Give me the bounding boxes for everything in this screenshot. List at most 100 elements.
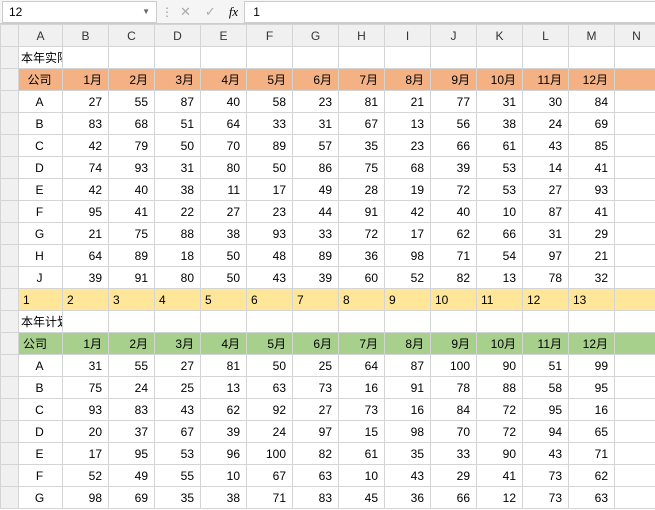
cell[interactable]: 9月	[431, 333, 477, 355]
cell[interactable]: 3月	[155, 333, 201, 355]
cancel-icon[interactable]: ✕	[173, 4, 198, 20]
cell[interactable]: 71	[247, 487, 293, 509]
cell[interactable]: 79	[109, 135, 155, 157]
cell[interactable]: 49	[293, 179, 339, 201]
cell[interactable]: 12月	[569, 69, 615, 91]
cell[interactable]: 31	[155, 157, 201, 179]
cell[interactable]: 43	[247, 267, 293, 289]
cell[interactable]: 33	[247, 113, 293, 135]
cell[interactable]: 56	[431, 113, 477, 135]
cell[interactable]: 67	[339, 113, 385, 135]
cell[interactable]: 73	[339, 399, 385, 421]
cell[interactable]: 42	[63, 135, 109, 157]
cell[interactable]: 公司	[19, 333, 63, 355]
cell[interactable]: 7月	[339, 333, 385, 355]
cell[interactable]: 6月	[293, 333, 339, 355]
cell[interactable]: 1月	[63, 69, 109, 91]
row-header[interactable]	[1, 443, 19, 465]
cell[interactable]: A	[19, 91, 63, 113]
cell[interactable]: 10	[201, 465, 247, 487]
cell[interactable]	[201, 311, 247, 333]
cell[interactable]	[615, 179, 655, 201]
cell[interactable]: 64	[339, 355, 385, 377]
cell[interactable]	[339, 311, 385, 333]
cell[interactable]: 45	[339, 487, 385, 509]
cell[interactable]: 83	[109, 399, 155, 421]
cell[interactable]: 11	[201, 179, 247, 201]
cell[interactable]	[431, 311, 477, 333]
cell[interactable]	[615, 399, 655, 421]
cell[interactable]	[615, 245, 655, 267]
cell[interactable]: 14	[523, 157, 569, 179]
cell[interactable]: 87	[385, 355, 431, 377]
cell[interactable]: 12月	[569, 333, 615, 355]
cell[interactable]: 91	[385, 377, 431, 399]
col-header-D[interactable]: D	[155, 25, 201, 47]
cell[interactable]: 31	[63, 355, 109, 377]
cell[interactable]: 93	[63, 399, 109, 421]
cell[interactable]: 58	[247, 91, 293, 113]
cell[interactable]: 42	[63, 179, 109, 201]
cell[interactable]: 84	[431, 399, 477, 421]
cell[interactable]: 23	[385, 135, 431, 157]
cell[interactable]: 39	[201, 421, 247, 443]
cell[interactable]: 32	[569, 267, 615, 289]
cell[interactable]	[523, 311, 569, 333]
cell[interactable]: 95	[569, 377, 615, 399]
cell[interactable]: 21	[569, 245, 615, 267]
cell[interactable]: 39	[293, 267, 339, 289]
row-header[interactable]	[1, 245, 19, 267]
cell[interactable]: 93	[109, 157, 155, 179]
cell[interactable]	[385, 47, 431, 69]
cell[interactable]: 23	[293, 91, 339, 113]
cell[interactable]: 95	[63, 201, 109, 223]
cell[interactable]: E	[19, 443, 63, 465]
cell[interactable]: 1月	[63, 333, 109, 355]
cell[interactable]: 16	[385, 399, 431, 421]
cell[interactable]: D	[19, 421, 63, 443]
cell[interactable]: 36	[385, 487, 431, 509]
cell[interactable]: 23	[247, 201, 293, 223]
cell[interactable]: 24	[247, 421, 293, 443]
cell[interactable]: 5月	[247, 69, 293, 91]
cell[interactable]: 35	[339, 135, 385, 157]
cell[interactable]: 54	[477, 245, 523, 267]
cell[interactable]: 4月	[201, 333, 247, 355]
cell[interactable]: 80	[155, 267, 201, 289]
cell[interactable]: 93	[247, 223, 293, 245]
cell[interactable]: 17	[247, 179, 293, 201]
cell[interactable]: 95	[523, 399, 569, 421]
cell[interactable]: E	[19, 179, 63, 201]
cell[interactable]: 50	[247, 355, 293, 377]
cell[interactable]	[615, 47, 655, 69]
cell[interactable]	[615, 355, 655, 377]
cell[interactable]: 88	[477, 377, 523, 399]
cell[interactable]: 90	[477, 443, 523, 465]
cell[interactable]: 73	[523, 487, 569, 509]
cell[interactable]: 71	[431, 245, 477, 267]
cell[interactable]: 66	[477, 223, 523, 245]
cell[interactable]: 公司	[19, 69, 63, 91]
cell[interactable]: 88	[155, 223, 201, 245]
cell[interactable]: 25	[293, 355, 339, 377]
cell[interactable]: 73	[523, 465, 569, 487]
cell[interactable]: C	[19, 399, 63, 421]
cell[interactable]: 83	[293, 487, 339, 509]
cell[interactable]: 55	[109, 91, 155, 113]
cell[interactable]	[615, 113, 655, 135]
cell[interactable]: 8月	[385, 333, 431, 355]
row-header[interactable]	[1, 289, 19, 311]
row-header[interactable]	[1, 377, 19, 399]
col-header-L[interactable]: L	[523, 25, 569, 47]
cell[interactable]: 38	[477, 113, 523, 135]
cell[interactable]: 16	[339, 377, 385, 399]
cell[interactable]: 28	[339, 179, 385, 201]
cell[interactable]: 75	[109, 223, 155, 245]
cell[interactable]: 55	[109, 355, 155, 377]
cell[interactable]: 51	[523, 355, 569, 377]
col-header-J[interactable]: J	[431, 25, 477, 47]
cell[interactable]: 11	[477, 289, 523, 311]
cell[interactable]	[201, 47, 247, 69]
cell[interactable]	[293, 47, 339, 69]
cell[interactable]: 69	[109, 487, 155, 509]
